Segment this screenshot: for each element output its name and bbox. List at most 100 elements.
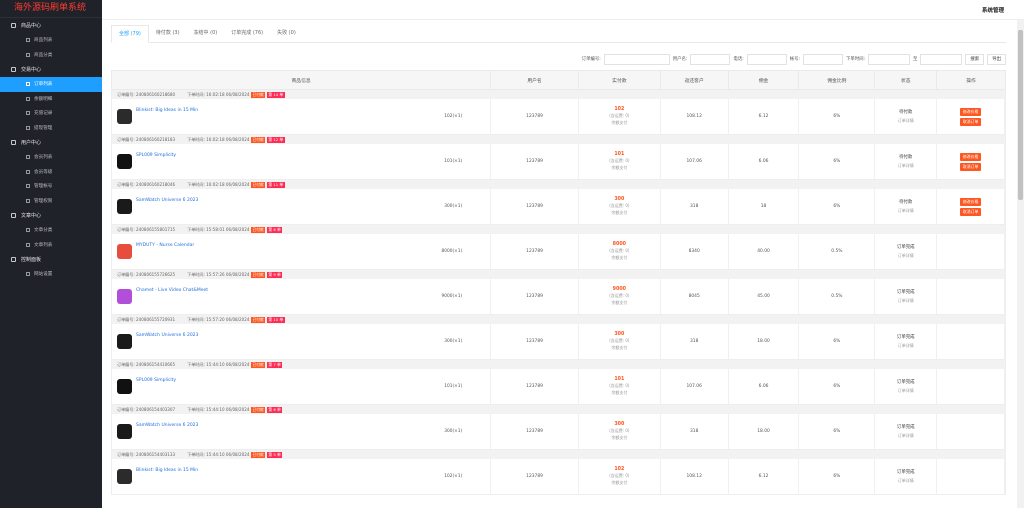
sidebar-item-label: 订单列表 — [34, 82, 53, 88]
sidebar-item[interactable]: 提现管理 — [0, 121, 102, 136]
status-tab[interactable]: 失败 (0) — [270, 25, 303, 42]
sidebar-group-label: 商品中心 — [21, 23, 42, 29]
order-detail-link[interactable]: 订单详情 — [898, 117, 914, 125]
status-cell: 订单完成 订单详情 — [875, 369, 938, 404]
order-detail-link[interactable]: 订单详情 — [898, 252, 914, 260]
modify-price-button[interactable]: 修改价格 — [959, 107, 982, 116]
order-detail-link[interactable]: 订单详情 — [898, 477, 914, 485]
sidebar-item[interactable]: 充值记录 — [0, 106, 102, 121]
goods-cell: SamWatch Universe 6 2023 300(×1) — [112, 414, 492, 449]
order-row: 订单编号: 240806155720931 下单时间: 15:57:20 06/0… — [111, 315, 1006, 360]
item-icon — [26, 228, 30, 233]
filter-bar: 订单编号: 用户名: 电话: 帐号: 下单时间: 至 搜索 导出 — [540, 53, 1006, 65]
order-seq-badge: 第 10 单 — [266, 316, 285, 323]
phone-input[interactable] — [746, 53, 787, 65]
order-row: 订单编号: 240806160218046 下单时间: 16:02:18 06/0… — [111, 180, 1006, 225]
start-date-input[interactable] — [868, 53, 910, 65]
status-tab[interactable]: 订单完成 (76) — [224, 25, 270, 42]
commission-cell: 6.12 — [729, 99, 800, 134]
cancel-order-button[interactable]: 取消订单 — [959, 207, 982, 216]
sidebar-item-label: 文章列表 — [34, 242, 53, 248]
end-date-input[interactable] — [920, 53, 963, 65]
order-detail-link[interactable]: 订单详情 — [898, 432, 914, 440]
product-name-link[interactable]: SPL009 Simplicity — [136, 378, 176, 383]
scrollbar-thumb[interactable] — [1018, 30, 1023, 200]
order-detail-link[interactable]: 订单详情 — [898, 297, 914, 305]
order-detail-link[interactable]: 订单详情 — [898, 207, 914, 215]
status-tab[interactable]: 全部 (79) — [111, 25, 149, 43]
sidebar-group[interactable]: 用户中心 — [0, 135, 102, 150]
payment-method: 余额支付 — [611, 299, 628, 305]
sidebar-item[interactable]: 管理帐号 — [0, 179, 102, 194]
sidebar-item[interactable]: 会员等级 — [0, 165, 102, 180]
export-button[interactable]: 导出 — [987, 53, 1006, 65]
sidebar-group[interactable]: 控制面板 — [0, 252, 102, 267]
page-scrollbar[interactable] — [1017, 20, 1024, 508]
status-cell: 订单完成 订单详情 — [875, 324, 938, 359]
order-row: 订单编号: 240806155726625 下单时间: 15:57:26 06/0… — [111, 270, 1006, 315]
search-button[interactable]: 搜索 — [965, 53, 985, 65]
order-time: 下单时间: 15:44:10 06/08/2024 — [187, 361, 250, 367]
sidebar-item[interactable]: 商品分类 — [0, 48, 102, 63]
product-thumbnail — [117, 289, 132, 304]
order-seq-badge: 第 9 单 — [266, 271, 283, 278]
product-name-link[interactable]: Blinkist: Big Ideas in 15 Min — [136, 468, 198, 473]
item-icon — [26, 125, 30, 130]
system-manage-link[interactable]: 系统管理 — [982, 6, 1004, 14]
product-quantity: 300(×1) — [444, 429, 463, 434]
payment-method: 余额支付 — [611, 434, 628, 440]
order-status-tabs: 全部 (79) 待付款 (3) 冻结中 (0) 订单完成 (76) 失败 (0) — [111, 25, 1006, 43]
payment-method: 余额支付 — [611, 209, 628, 215]
product-name-link[interactable]: SamWatch Universe 6 2023 — [136, 423, 198, 428]
status-tab[interactable]: 待付款 (3) — [149, 25, 187, 42]
order-body: Chamet - Live Video Chat&Meet 9000(×1) 123… — [112, 279, 1005, 315]
commission-rate-cell: 6% — [799, 414, 876, 449]
order-row: 订单编号: 240806160218680 下单时间: 16:02:18 06/0… — [111, 90, 1006, 135]
status-cell: 订单完成 订单详情 — [875, 414, 938, 449]
user-input[interactable] — [690, 53, 731, 65]
product-name-link[interactable]: Chamet - Live Video Chat&Meet — [136, 288, 208, 293]
sidebar-item[interactable]: 管理权限 — [0, 194, 102, 209]
order-number: 订单编号: 240806155726625 — [117, 271, 176, 277]
product-name-link[interactable]: Blinkist: Big Ideas in 15 Min — [136, 108, 198, 113]
account-input[interactable] — [802, 53, 843, 65]
username-cell: 123789 — [491, 324, 579, 359]
product-name-link[interactable]: MYDUTY - Nurse Calendar — [136, 243, 194, 248]
sidebar-item[interactable]: 余额明细 — [0, 92, 102, 107]
modify-price-button[interactable]: 修改价格 — [959, 152, 982, 161]
product-thumbnail — [117, 379, 132, 394]
sidebar-group[interactable]: 交易中心 — [0, 62, 102, 77]
payment-method: 余额支付 — [611, 389, 628, 395]
product-name-link[interactable]: SamWatch Universe 6 2023 — [136, 333, 198, 338]
product-name-link[interactable]: SamWatch Universe 6 2023 — [136, 198, 198, 203]
sidebar-item-label: 余额明细 — [34, 96, 53, 102]
sidebar-item[interactable]: 文章列表 — [0, 238, 102, 253]
cancel-order-button[interactable]: 取消订单 — [959, 162, 982, 171]
order-row: 订单编号: 240806154403133 下单时间: 15:44:10 06/0… — [111, 450, 1006, 495]
cancel-order-button[interactable]: 取消订单 — [959, 117, 982, 126]
status-tab[interactable]: 冻结中 (0) — [187, 25, 225, 42]
order-body: SamWatch Universe 6 2023 300(×1) 123789 300… — [112, 324, 1005, 360]
product-name-link[interactable]: SPL009 Simplicity — [136, 153, 176, 158]
order-no-input[interactable] — [603, 53, 670, 65]
sidebar-item[interactable]: 网站设置 — [0, 267, 102, 282]
sidebar-item[interactable]: 文章分类 — [0, 223, 102, 238]
sidebar-group[interactable]: 文章中心 — [0, 208, 102, 223]
order-no-label: 订单编号: — [581, 57, 601, 62]
table-header: 商品信息 用户名 实付款 返还客户 佣金 佣金比例 状态 操作 — [111, 70, 1006, 90]
order-header: 订单编号: 240806160218046 下单时间: 16:02:18 06/0… — [112, 180, 1005, 189]
order-detail-link[interactable]: 订单详情 — [898, 342, 914, 350]
order-status: 订单完成 — [896, 245, 915, 250]
commission-rate-cell: 6% — [799, 324, 876, 359]
column-header: 操作 — [966, 78, 976, 84]
sidebar-item[interactable]: 订单列表 — [0, 77, 102, 92]
order-detail-link[interactable]: 订单详情 — [898, 162, 914, 170]
sidebar-item[interactable]: 会员列表 — [0, 150, 102, 165]
paid-badge: 已付款 — [250, 181, 266, 188]
sidebar-item-label: 管理权限 — [34, 198, 53, 204]
item-icon — [26, 272, 30, 277]
sidebar-group[interactable]: 商品中心 — [0, 18, 102, 33]
modify-price-button[interactable]: 修改价格 — [959, 197, 982, 206]
order-detail-link[interactable]: 订单详情 — [898, 387, 914, 395]
sidebar-item[interactable]: 商品列表 — [0, 33, 102, 48]
